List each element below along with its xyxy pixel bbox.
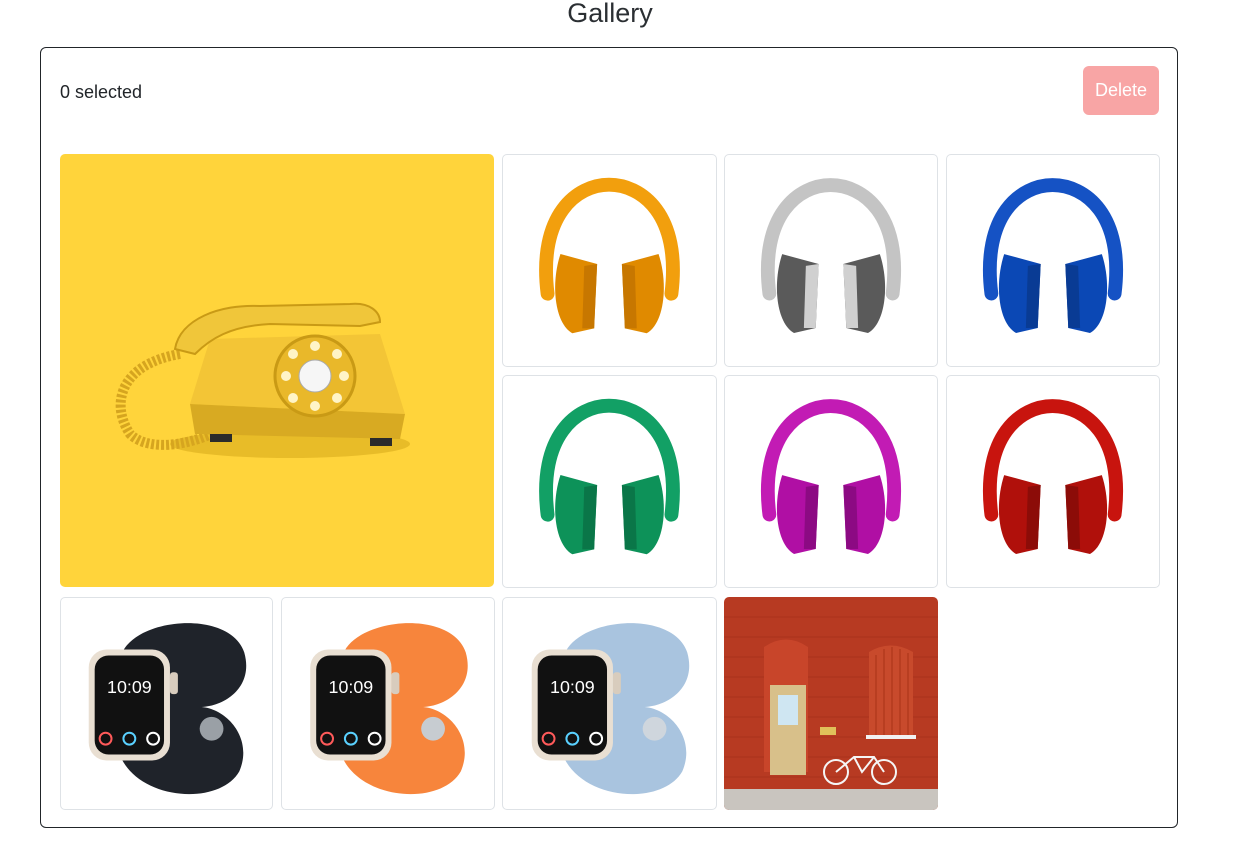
- gallery-item-headphones-magenta[interactable]: [724, 375, 938, 588]
- headphones-image: [983, 399, 1123, 554]
- gallery-item-watch-lightblue[interactable]: 10:09: [502, 597, 717, 810]
- gallery-item-watch-orange[interactable]: 10:09: [281, 597, 495, 810]
- gallery-item-headphones-blue[interactable]: [946, 154, 1160, 367]
- gallery-item-brick-building[interactable]: [724, 597, 938, 810]
- smart-watch-image: 10:09: [531, 623, 690, 795]
- smart-watch-image: 10:09: [310, 623, 468, 795]
- watch-time: 10:09: [329, 677, 374, 697]
- gallery-item-headphones-green[interactable]: [502, 375, 717, 588]
- headphones-image: [539, 177, 680, 334]
- selected-count: 0 selected: [60, 82, 143, 102]
- gallery-item-headphones-silver[interactable]: [724, 154, 938, 367]
- headphones-image: [761, 178, 901, 333]
- smart-watch-image: 10:09: [88, 623, 247, 795]
- telephone-image: [60, 154, 494, 587]
- page-title: Gallery: [567, 0, 653, 28]
- headphones-image: [539, 398, 680, 555]
- headphones-image: [983, 178, 1123, 333]
- brick-building-image: [724, 597, 938, 810]
- gallery-item-headphones-red[interactable]: [946, 375, 1160, 588]
- gallery-item-headphones-orange[interactable]: [502, 154, 717, 367]
- watch-time: 10:09: [550, 677, 595, 697]
- headphones-image: [761, 399, 901, 554]
- gallery-card: 0 selected Delete 10:09 10:09 10:09: [40, 47, 1178, 828]
- watch-time: 10:09: [107, 677, 152, 697]
- gallery-item-watch-black[interactable]: 10:09: [60, 597, 273, 810]
- delete-button[interactable]: Delete: [1083, 66, 1159, 115]
- gallery-item-telephone[interactable]: [60, 154, 494, 587]
